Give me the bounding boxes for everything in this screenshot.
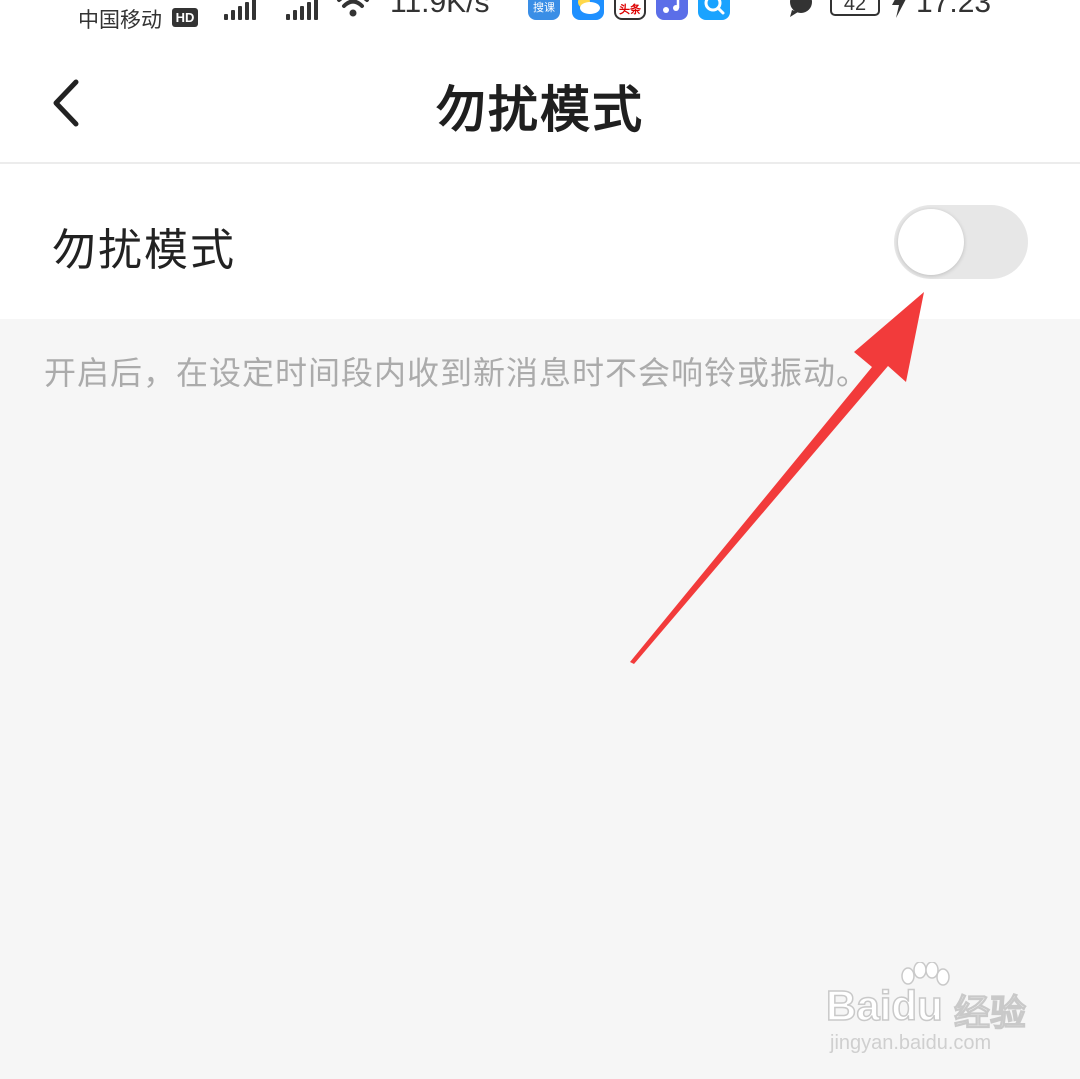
toutiao-app-label: 头条 [619, 3, 641, 16]
watermark-brand: Baidu [825, 981, 944, 1030]
battery-level: 42 [843, 0, 867, 15]
signal-icon [224, 0, 260, 20]
header-bar: 勿扰模式 [0, 44, 1080, 164]
more-icon: ··· [746, 0, 781, 15]
charging-icon [892, 0, 906, 18]
setting-label: 勿扰模式 [52, 225, 236, 276]
clock: 17:23 [916, 0, 992, 19]
watermark-url: jingyan.baidu.com [830, 1032, 992, 1054]
signal-icon [286, 0, 322, 20]
wifi-icon [337, 0, 369, 17]
watermark-brand-a: Bai [825, 981, 892, 1030]
paw-icon [901, 962, 950, 986]
do-not-disturb-toggle[interactable] [894, 205, 1028, 279]
setting-row-do-not-disturb: 勿扰模式 [0, 164, 1080, 319]
watermark-brand-b: du [891, 981, 944, 1030]
notification-icon [790, 0, 812, 17]
news-app-label: 搜课 [533, 1, 555, 14]
hd-badge: HD [172, 8, 198, 27]
music-app-icon [656, 0, 688, 20]
toutiao-app-icon: 头条 [614, 0, 646, 20]
battery-icon: 42 [830, 0, 880, 16]
status-bar: 中国移动 HD 11.9K/s 搜课 头条 ··· 42 1 [0, 0, 1080, 44]
watermark-product: 经验 [953, 992, 1027, 1034]
search-app-icon [698, 0, 730, 20]
weather-app-icon [572, 0, 604, 20]
setting-description: 开启后，在设定时间段内收到新消息时不会响铃或振动。 [44, 354, 870, 392]
carrier-name: 中国移动 [78, 8, 162, 32]
network-speed: 11.9K/s [390, 0, 490, 19]
news-app-icon: 搜课 [528, 0, 560, 20]
page-title: 勿扰模式 [436, 81, 644, 139]
toggle-knob [898, 209, 964, 275]
watermark: Baidu 经验 jingyan.baidu.com [825, 962, 1056, 1062]
